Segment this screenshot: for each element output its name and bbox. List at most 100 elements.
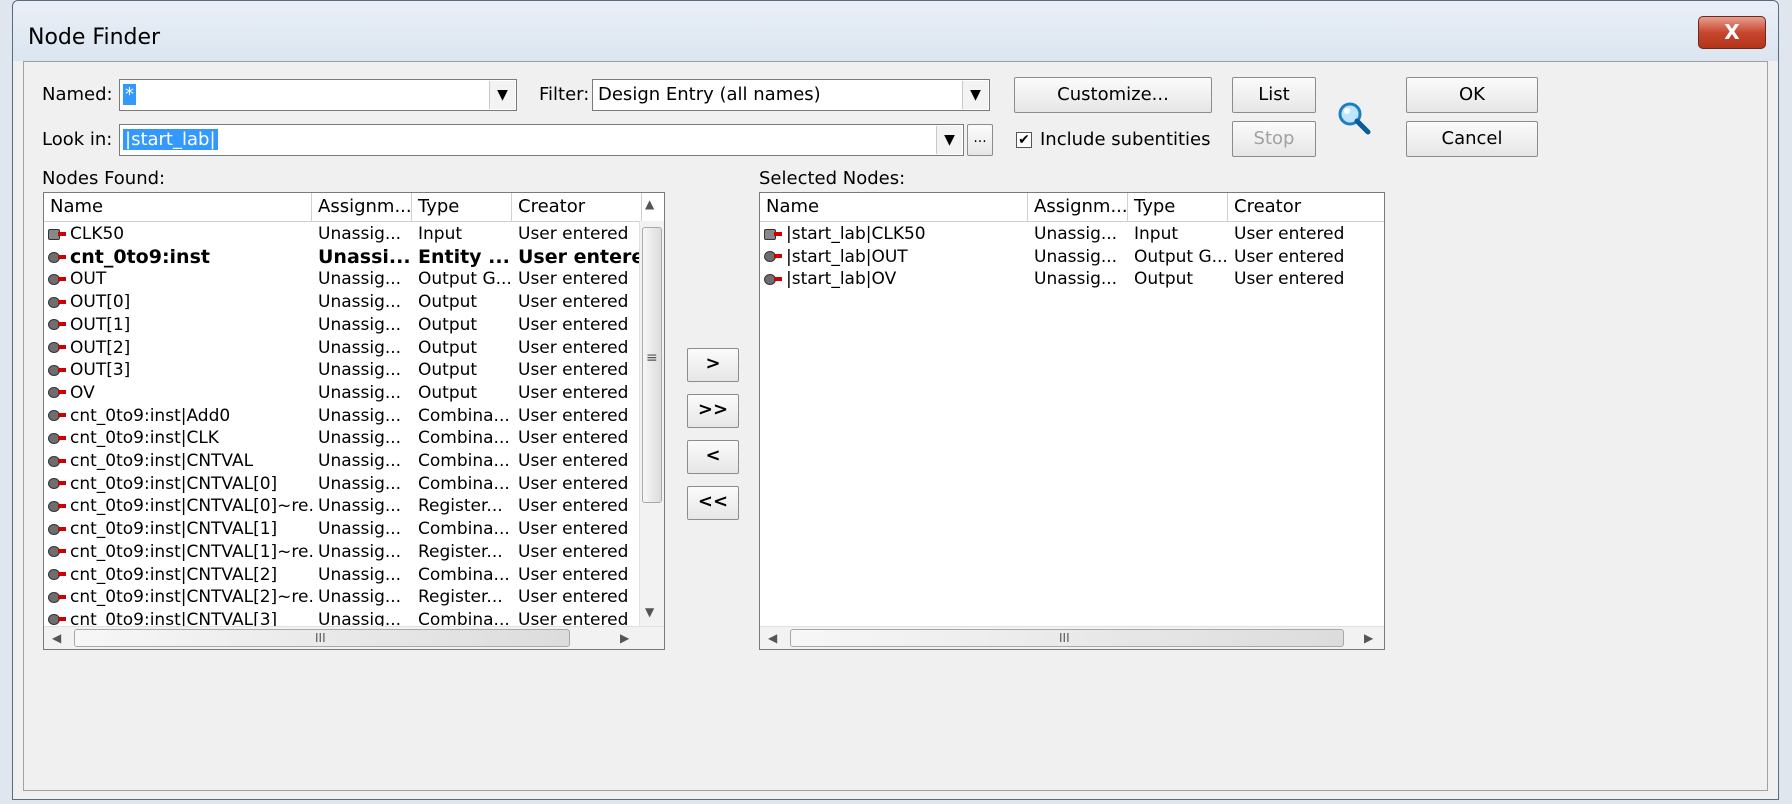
cancel-button[interactable]: Cancel xyxy=(1406,121,1538,157)
cell-assign: Unassig... xyxy=(318,495,416,517)
cell-text: cnt_0to9:inst|CNTVAL[0] xyxy=(70,473,278,494)
column-assignment[interactable]: Assignm... xyxy=(312,193,412,221)
look-in-combo[interactable]: |start_lab| ▼ xyxy=(119,124,964,156)
cell-text: Unassig... xyxy=(318,269,402,290)
column-name[interactable]: Name xyxy=(760,193,1028,221)
cell-text: User entered xyxy=(518,360,629,381)
nodes-found-label: Nodes Found: xyxy=(42,168,166,189)
cell-name: |start_lab|OUT xyxy=(762,246,1030,268)
vertical-scrollbar[interactable]: ▲ ≡ ▼ xyxy=(639,197,664,627)
table-row[interactable]: OUT[2] Unassig... Output User entered xyxy=(44,337,664,360)
include-subentities-checkbox[interactable]: ✔ xyxy=(1016,132,1032,148)
cell-type: Combina... xyxy=(418,427,516,449)
cell-text: Output xyxy=(418,314,478,335)
stop-button[interactable]: Stop xyxy=(1232,121,1316,157)
table-row[interactable]: |start_lab|CLK50 Unassig... Input User ente… xyxy=(760,223,1384,246)
cell-text: User entered xyxy=(518,405,629,426)
table-row[interactable]: |start_lab|OV Unassig... Output User entere… xyxy=(760,268,1384,291)
cell-type: Output xyxy=(418,291,516,313)
column-assignment[interactable]: Assignm... xyxy=(1028,193,1128,221)
table-row[interactable]: cnt_0to9:inst|CNTVAL[2] Unassig... Combina… xyxy=(44,564,664,587)
cell-text: Register... xyxy=(418,587,503,608)
cell-text: Output xyxy=(418,382,478,403)
title-bar[interactable]: Node Finder X xyxy=(13,1,1778,61)
scroll-right-icon[interactable]: ▶ xyxy=(620,631,629,645)
table-row[interactable]: cnt_0to9:inst|Add0 Unassig... Combina... Us… xyxy=(44,405,664,428)
cell-type: Output xyxy=(418,314,516,336)
table-row[interactable]: OUT[0] Unassig... Output User entered xyxy=(44,291,664,314)
list-button[interactable]: List xyxy=(1232,77,1316,113)
browse-button[interactable]: ... xyxy=(967,124,993,156)
column-name[interactable]: Name xyxy=(44,193,312,221)
cell-text: Unassig... xyxy=(318,314,402,335)
table-row[interactable]: cnt_0to9:inst|CNTVAL[0] Unassig... Combina… xyxy=(44,473,664,496)
table-row[interactable]: cnt_0to9:inst|CLK Unassig... Combina... Use… xyxy=(44,427,664,450)
table-row[interactable]: cnt_0to9:inst|CNTVAL[1] Unassig... Combina… xyxy=(44,518,664,541)
move-left-button[interactable]: < xyxy=(687,440,739,474)
table-row[interactable]: cnt_0to9:inst|CNTVAL[2]~re... Unassig... R… xyxy=(44,586,664,609)
cell-assign: Unassig... xyxy=(318,268,416,290)
table-row[interactable]: cnt_0to9:inst Unassi... Entity ... User ent… xyxy=(44,246,664,269)
cell-name: cnt_0to9:inst|CNTVAL[0] xyxy=(46,473,314,495)
filter-dropdown-icon[interactable]: ▼ xyxy=(962,81,988,109)
horizontal-scroll-thumb[interactable]: III xyxy=(74,629,570,647)
table-row[interactable]: |start_lab|OUT Unassig... Output G... User … xyxy=(760,246,1384,269)
register-icon xyxy=(46,500,68,513)
close-button[interactable]: X xyxy=(1698,16,1766,49)
table-row[interactable]: OUT[3] Unassig... Output User entered xyxy=(44,359,664,382)
cell-assign: Unassig... xyxy=(318,382,416,404)
look-in-dropdown-icon[interactable]: ▼ xyxy=(936,126,962,154)
scroll-left-icon[interactable]: ◀ xyxy=(768,631,777,645)
scroll-right-icon[interactable]: ▶ xyxy=(1364,631,1373,645)
cell-creator: User entered xyxy=(518,405,640,427)
table-row[interactable]: OV Unassig... Output User entered xyxy=(44,382,664,405)
column-type[interactable]: Type xyxy=(412,193,512,221)
cell-text: |start_lab|CLK50 xyxy=(786,224,926,244)
cell-text: Output xyxy=(418,360,478,381)
table-row[interactable]: cnt_0to9:inst|CNTVAL[0]~re... Unassig... R… xyxy=(44,495,664,518)
nodes-found-list[interactable]: Name Assignm... Type Creator CLK50 Unassi… xyxy=(43,192,665,650)
cell-text: Unassig... xyxy=(1034,246,1118,267)
combinational-icon xyxy=(46,409,68,422)
cell-type: Input xyxy=(418,223,516,245)
scroll-up-icon[interactable]: ▲ xyxy=(645,197,654,211)
table-row[interactable]: OUT[1] Unassig... Output User entered xyxy=(44,314,664,337)
column-type[interactable]: Type xyxy=(1128,193,1228,221)
selected-nodes-list[interactable]: Name Assignm... Type Creator |start_lab|… xyxy=(759,192,1385,650)
table-row[interactable]: cnt_0to9:inst|CNTVAL Unassig... Combina...… xyxy=(44,450,664,473)
cell-text: User entered xyxy=(518,314,629,335)
cell-text: Unassig... xyxy=(318,360,402,381)
move-all-left-button[interactable]: << xyxy=(687,486,739,520)
column-creator[interactable]: Creator xyxy=(1228,193,1384,221)
named-combo[interactable]: * ▼ xyxy=(119,79,517,111)
move-all-right-button[interactable]: >> xyxy=(687,394,739,428)
cell-text: cnt_0to9:inst|CNTVAL[2]~re... xyxy=(70,587,314,608)
horizontal-scrollbar[interactable]: ◀ III ▶ xyxy=(44,626,664,649)
table-row[interactable]: OUT Unassig... Output G... User entered xyxy=(44,268,664,291)
cell-text: Unassig... xyxy=(318,564,402,585)
cell-text: OV xyxy=(70,382,95,403)
output-pin-icon xyxy=(46,318,68,331)
cell-type: Register... xyxy=(418,586,516,608)
table-row[interactable]: cnt_0to9:inst|CNTVAL[1]~re... Unassig... R… xyxy=(44,541,664,564)
column-creator[interactable]: Creator xyxy=(512,193,642,221)
customize-button[interactable]: Customize... xyxy=(1014,77,1212,113)
cell-text: User entered xyxy=(518,541,629,562)
move-right-button[interactable]: > xyxy=(687,348,739,382)
vertical-scroll-thumb[interactable]: ≡ xyxy=(642,227,662,503)
cell-text: OUT xyxy=(70,269,107,290)
cell-name: cnt_0to9:inst|CNTVAL xyxy=(46,450,314,472)
scroll-down-icon[interactable]: ▼ xyxy=(645,605,654,619)
scroll-left-icon[interactable]: ◀ xyxy=(52,631,61,645)
cell-name: CLK50 xyxy=(46,223,314,245)
cell-text: Unassig... xyxy=(318,428,402,449)
cell-creator: User entered xyxy=(1234,268,1384,290)
horizontal-scroll-thumb[interactable]: III xyxy=(790,629,1344,647)
ok-button[interactable]: OK xyxy=(1406,77,1538,113)
horizontal-scrollbar[interactable]: ◀ III ▶ xyxy=(760,626,1384,649)
named-dropdown-icon[interactable]: ▼ xyxy=(489,81,515,109)
cell-name: OUT[0] xyxy=(46,291,314,313)
filter-combo[interactable]: Design Entry (all names) ▼ xyxy=(592,79,990,111)
cell-text: cnt_0to9:inst|CNTVAL[1] xyxy=(70,519,278,540)
table-row[interactable]: CLK50 Unassig... Input User entered xyxy=(44,223,664,246)
